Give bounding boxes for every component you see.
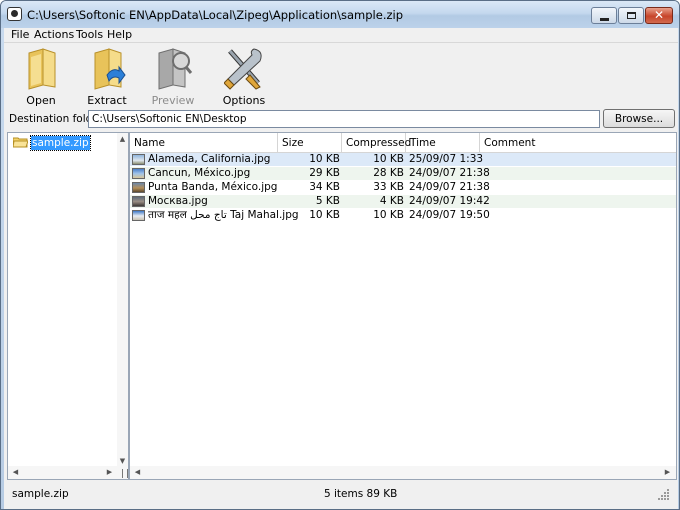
status-archive-name: sample.zip	[12, 488, 69, 500]
menu-actions[interactable]: Actions	[34, 28, 74, 42]
file-list-header: Name Size Compressed Time Comment	[130, 133, 676, 153]
table-row[interactable]: Cancun, México.jpg 29 KB 28 KB 24/09/07 …	[130, 167, 676, 180]
open-folder-icon	[28, 48, 56, 90]
close-button[interactable]: ✕	[645, 7, 673, 24]
menu-tools[interactable]: Tools	[76, 28, 103, 42]
window-title: C:\Users\Softonic EN\AppData\Local\Zipeg…	[27, 8, 404, 22]
file-name: Москва.jpg	[148, 195, 208, 207]
browse-button[interactable]: Browse...	[603, 109, 675, 128]
splitter-grip[interactable]	[122, 469, 128, 478]
close-icon: ✕	[653, 8, 665, 22]
file-compressed: 10 KB	[373, 153, 404, 165]
scroll-right-icon[interactable]: ▶	[104, 466, 115, 478]
column-header-compressed[interactable]: Compressed	[342, 133, 411, 153]
title-bar[interactable]: C:\Users\Softonic EN\AppData\Local\Zipeg…	[1, 1, 679, 28]
menu-help[interactable]: Help	[107, 28, 132, 42]
app-window: C:\Users\Softonic EN\AppData\Local\Zipeg…	[0, 0, 680, 510]
file-compressed: 10 KB	[373, 209, 404, 221]
file-compressed: 4 KB	[379, 195, 404, 207]
minimize-icon	[600, 18, 609, 21]
file-size: 10 KB	[309, 209, 340, 221]
file-compressed: 28 KB	[373, 167, 404, 179]
options-button[interactable]: Options	[212, 45, 276, 107]
column-header-time[interactable]: Time	[406, 133, 480, 153]
tools-icon	[224, 48, 262, 90]
minimize-button[interactable]	[591, 7, 617, 24]
resize-grip-icon[interactable]	[658, 488, 670, 500]
file-time: 24/09/07 19:42	[409, 195, 490, 207]
file-size: 29 KB	[309, 167, 340, 179]
scroll-left-icon[interactable]: ◀	[10, 466, 21, 478]
destination-input[interactable]	[88, 110, 600, 128]
content-area: sample.zip ▲ ▼ ◀ ▶ Name Size Compressed …	[4, 132, 678, 480]
table-row[interactable]: Punta Banda, México.jpg 34 KB 33 KB 24/0…	[130, 181, 676, 194]
scroll-up-icon[interactable]: ▲	[117, 133, 128, 145]
scroll-left-icon[interactable]: ◀	[132, 466, 143, 478]
folder-tree[interactable]: sample.zip ▲ ▼ ◀ ▶	[7, 132, 129, 480]
file-compressed: 33 KB	[373, 181, 404, 193]
file-name: ताज महल تاج محل Taj Mahal.jpg	[148, 209, 299, 221]
open-label: Open	[26, 94, 56, 107]
column-header-name[interactable]: Name	[130, 133, 278, 153]
tree-vertical-scrollbar[interactable]: ▲ ▼	[117, 133, 128, 467]
preview-button[interactable]: Preview	[141, 45, 205, 107]
options-label: Options	[222, 94, 266, 107]
file-list-horizontal-scrollbar[interactable]: ◀ ▶	[130, 466, 676, 479]
maximize-button[interactable]	[618, 7, 644, 24]
image-thumbnail-icon	[132, 168, 145, 179]
destination-row: Destination folder: Browse...	[4, 108, 678, 132]
extract-label: Extract	[87, 94, 127, 107]
preview-icon	[158, 48, 193, 90]
status-bar: sample.zip 5 items 89 KB	[4, 480, 678, 509]
file-size: 10 KB	[309, 153, 340, 165]
file-size: 34 KB	[309, 181, 340, 193]
app-icon[interactable]	[7, 7, 22, 21]
table-row[interactable]: ताज महल تاج محل Taj Mahal.jpg 10 KB 10 K…	[130, 209, 676, 222]
file-list[interactable]: Name Size Compressed Time Comment Alamed…	[129, 132, 677, 480]
table-row[interactable]: Москва.jpg 5 KB 4 KB 24/09/07 19:42	[130, 195, 676, 208]
tree-node-label[interactable]: sample.zip	[30, 135, 91, 151]
preview-label: Preview	[151, 94, 195, 107]
table-row[interactable]: Alameda, California.jpg 10 KB 10 KB 25/0…	[130, 153, 676, 166]
file-time: 24/09/07 19:50	[409, 209, 490, 221]
file-name: Punta Banda, México.jpg	[148, 181, 278, 193]
toolbar: Open Extract Preview Options	[4, 42, 678, 108]
file-time: 24/09/07 21:38	[409, 181, 490, 193]
scroll-right-icon[interactable]: ▶	[662, 466, 673, 478]
maximize-icon	[627, 12, 636, 19]
image-thumbnail-icon	[132, 182, 145, 193]
file-size: 5 KB	[315, 195, 340, 207]
image-thumbnail-icon	[132, 196, 145, 207]
tree-horizontal-scrollbar[interactable]: ◀ ▶	[8, 466, 128, 479]
file-name: Cancun, México.jpg	[148, 167, 251, 179]
file-time: 25/09/07 1:33	[409, 153, 484, 165]
column-header-size[interactable]: Size	[278, 133, 342, 153]
extract-button[interactable]: Extract	[75, 45, 139, 107]
image-thumbnail-icon	[132, 154, 145, 165]
image-thumbnail-icon	[132, 210, 145, 221]
folder-icon	[13, 137, 28, 148]
menu-file[interactable]: File	[11, 28, 29, 42]
extract-folder-icon	[94, 48, 126, 90]
menu-bar: File Actions Tools Help	[4, 28, 678, 42]
file-time: 24/09/07 21:38	[409, 167, 490, 179]
file-name: Alameda, California.jpg	[148, 153, 271, 165]
open-button[interactable]: Open	[9, 45, 73, 107]
column-header-comment[interactable]: Comment	[480, 133, 676, 153]
status-summary: 5 items 89 KB	[324, 488, 398, 500]
